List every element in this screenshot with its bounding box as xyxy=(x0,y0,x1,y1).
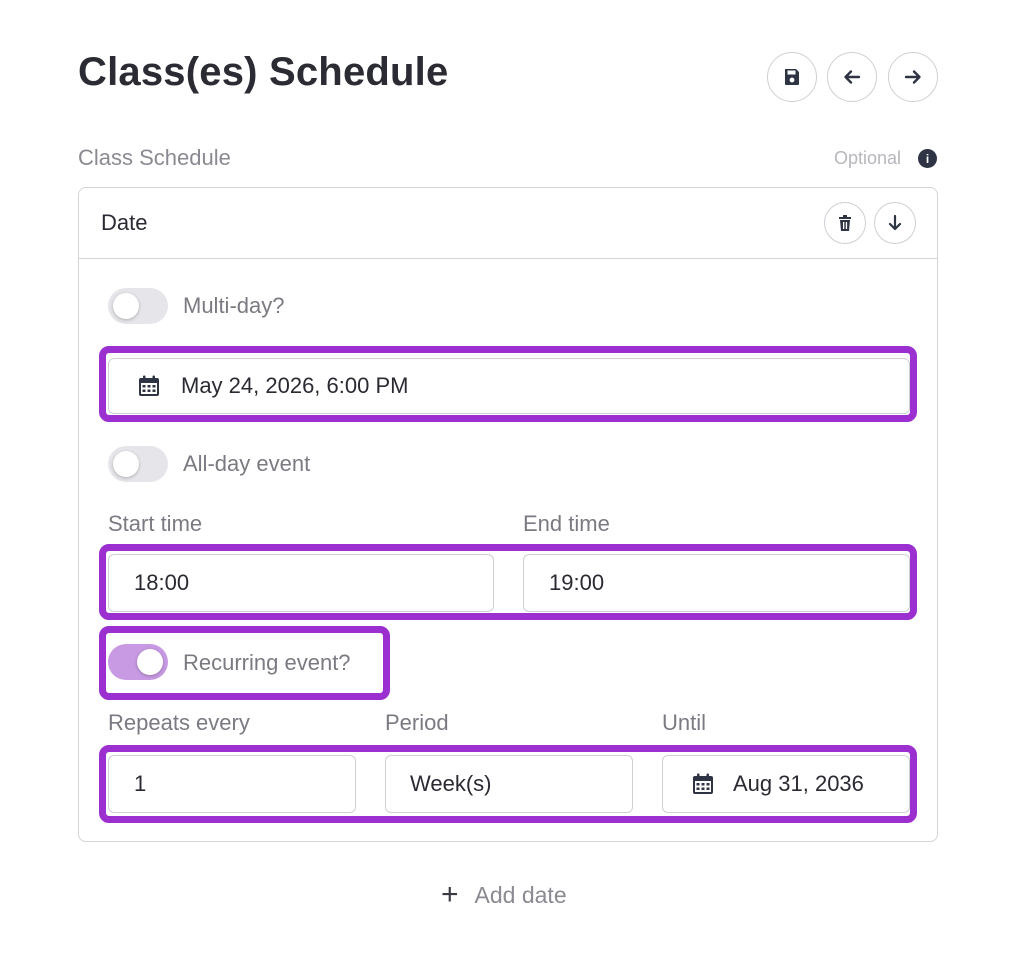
calendar-icon xyxy=(139,375,159,396)
until-value: Aug 31, 2036 xyxy=(733,771,864,796)
end-time-input[interactable]: 19:00 xyxy=(523,554,910,612)
add-date-label: Add date xyxy=(474,881,567,908)
repeats-every-value: 1 xyxy=(134,771,147,796)
start-time-input[interactable]: 18:00 xyxy=(108,554,494,612)
arrow-right-icon xyxy=(904,70,921,84)
repeats-every-input[interactable]: 1 xyxy=(108,755,356,813)
page-title: Class(es) Schedule xyxy=(78,50,449,94)
info-icon[interactable]: i xyxy=(918,149,937,168)
save-button[interactable] xyxy=(767,52,817,102)
date-value: May 24, 2026, 6:00 PM xyxy=(181,373,409,398)
toggle-knob xyxy=(113,451,139,477)
all-day-label: All-day event xyxy=(183,451,311,476)
recurring-toggle[interactable] xyxy=(108,644,168,680)
delete-date-button[interactable] xyxy=(824,202,866,244)
toggle-knob xyxy=(137,649,163,675)
period-select[interactable]: Week(s) xyxy=(385,755,633,813)
date-card: Date Multi-day? May 24, 2026, 6:00 PM Al… xyxy=(78,187,938,842)
start-time-value: 18:00 xyxy=(134,570,190,595)
date-card-header: Date xyxy=(79,188,937,259)
save-icon xyxy=(785,69,799,85)
plus-icon: + xyxy=(441,878,459,911)
back-button[interactable] xyxy=(827,52,877,102)
until-input[interactable]: Aug 31, 2036 xyxy=(662,755,910,813)
period-label: Period xyxy=(385,710,449,735)
end-time-label: End time xyxy=(523,511,610,536)
date-card-title: Date xyxy=(101,210,148,235)
trash-icon xyxy=(839,215,851,231)
forward-button[interactable] xyxy=(888,52,938,102)
multi-day-toggle[interactable] xyxy=(108,288,168,324)
multi-day-label: Multi-day? xyxy=(183,293,285,318)
section-label: Class Schedule xyxy=(78,145,231,170)
repeats-every-label: Repeats every xyxy=(108,710,250,735)
optional-label: Optional xyxy=(833,148,901,168)
arrow-left-icon xyxy=(844,70,861,84)
arrow-down-icon xyxy=(888,214,902,231)
add-date-button[interactable]: + Add date xyxy=(441,880,567,910)
start-time-label: Start time xyxy=(108,511,203,536)
date-input[interactable]: May 24, 2026, 6:00 PM xyxy=(108,358,910,414)
all-day-toggle[interactable] xyxy=(108,446,168,482)
collapse-date-button[interactable] xyxy=(874,202,916,244)
until-label: Until xyxy=(662,710,707,735)
calendar-icon xyxy=(693,773,713,794)
period-value: Week(s) xyxy=(410,771,492,796)
toggle-knob xyxy=(113,293,139,319)
recurring-label: Recurring event? xyxy=(183,650,351,675)
end-time-value: 19:00 xyxy=(549,570,605,595)
